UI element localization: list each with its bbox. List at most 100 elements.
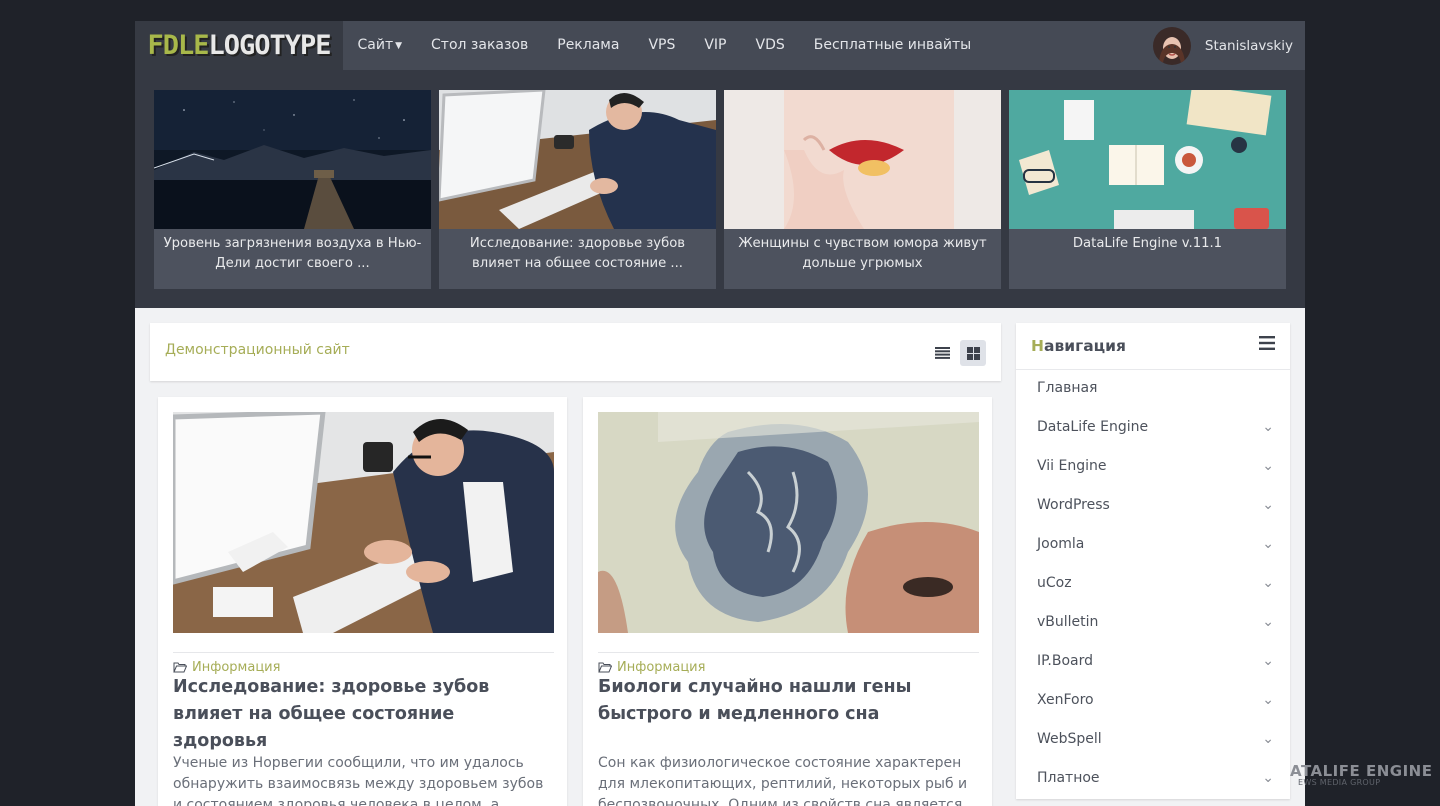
grid-view-button[interactable]: [960, 340, 986, 366]
featured-image: [1009, 90, 1286, 229]
page-title[interactable]: Демонстрационный сайт: [165, 342, 350, 358]
menu-item-ads[interactable]: Реклама: [543, 21, 634, 70]
post-title[interactable]: Биологи случайно нашли гены быстрого и м…: [598, 674, 973, 728]
site-logo[interactable]: FDLE LOGOTYPE: [135, 21, 343, 70]
menu-item-label: Сайт: [357, 37, 394, 53]
divider: [598, 652, 979, 653]
post-category[interactable]: Информация: [598, 660, 705, 675]
avatar[interactable]: [1152, 26, 1191, 65]
sidebar-item-label: DataLife Engine: [1037, 419, 1149, 435]
folder-open-icon: [598, 662, 612, 673]
username: Stanislavskiy: [1204, 37, 1293, 54]
logo-text-part1: FDLE: [147, 30, 209, 61]
featured-item[interactable]: Исследование: здоровье зубов влияет на о…: [439, 90, 716, 289]
post-excerpt: Ученые из Норвегии сообщили, что им удал…: [173, 755, 544, 806]
menu-item-label: VDS: [755, 37, 785, 53]
sidebar-item-label: XenForo: [1037, 692, 1094, 708]
logo-text-part2: LOGOTYPE: [208, 30, 331, 61]
sidebar-item-label: IP.Board: [1037, 653, 1093, 669]
sidebar-title-rest: авигация: [1043, 337, 1126, 355]
sidebar-item-home[interactable]: Главная: [1016, 369, 1290, 408]
sidebar-item-label: Joomla: [1037, 536, 1085, 552]
sidebar-item-label: Платное: [1037, 770, 1100, 786]
main-menu: Сайт ▼ Стол заказов Реклама VPS VIP VDS Б…: [343, 21, 986, 70]
featured-image: [154, 90, 431, 229]
folder-open-icon: [173, 662, 187, 673]
featured-caption: DataLife Engine v.11.1: [1072, 236, 1223, 251]
post-category[interactable]: Информация: [173, 660, 280, 675]
user-menu[interactable]: Stanislavskiy: [1152, 21, 1293, 70]
hamburger-icon[interactable]: [1259, 336, 1275, 350]
sidebar-menu: Главная DataLife Engine ⌄ Vii Engine ⌄ Wor…: [1016, 369, 1290, 798]
chevron-down-icon: ⌄: [1262, 536, 1274, 552]
list-view-button[interactable]: [929, 340, 955, 366]
menu-item-invites[interactable]: Бесплатные инвайты: [799, 21, 985, 70]
featured-item[interactable]: Уровень загрязнения воздуха в Нью-Дели д…: [154, 90, 431, 289]
sidebar-item-datalife[interactable]: DataLife Engine ⌄: [1016, 408, 1290, 447]
sidebar-item-xenforo[interactable]: XenForo ⌄: [1016, 681, 1290, 720]
sidebar-item-label: vBulletin: [1037, 614, 1099, 630]
menu-item-vds[interactable]: VDS: [741, 21, 799, 70]
post-card: Информация Исследование: здоровье зубов …: [158, 397, 567, 806]
sidebar-item-wordpress[interactable]: WordPress ⌄: [1016, 486, 1290, 525]
featured-image: [724, 90, 1001, 229]
sidebar-item-vbulletin[interactable]: vBulletin ⌄: [1016, 603, 1290, 642]
menu-item-orders[interactable]: Стол заказов: [417, 21, 543, 70]
list-icon: [934, 347, 950, 359]
featured-item[interactable]: Женщины с чувством юмора живут дольше уг…: [724, 90, 1001, 289]
chevron-down-icon: ⌄: [1262, 497, 1274, 513]
menu-item-vps[interactable]: VPS: [634, 21, 690, 70]
chevron-down-icon: ⌄: [1262, 419, 1274, 435]
menu-item-label: VPS: [648, 37, 676, 53]
sidebar-item-ipboard[interactable]: IP.Board ⌄: [1016, 642, 1290, 681]
sidebar-item-label: uCoz: [1037, 575, 1072, 591]
sidebar-item-label: Главная: [1037, 380, 1098, 396]
post-excerpt: Сон как физиологическое состояние характ…: [598, 755, 968, 806]
sidebar-item-ucoz[interactable]: uCoz ⌄: [1016, 564, 1290, 603]
category-label: Информация: [617, 660, 706, 675]
menu-item-vip[interactable]: VIP: [690, 21, 741, 70]
post-image-graphic: [598, 412, 979, 633]
top-navbar: FDLE LOGOTYPE Сайт ▼ Стол заказов Реклама …: [135, 21, 1305, 70]
sidebar-item-label: Vii Engine: [1037, 458, 1107, 474]
section-header: Демонстрационный сайт: [150, 323, 1001, 381]
menu-item-label: VIP: [704, 37, 727, 53]
sidebar-title-first-letter: Н: [1031, 337, 1044, 355]
sidebar-title: Навигация: [1031, 337, 1126, 355]
post-image[interactable]: [173, 412, 554, 633]
menu-item-label: Реклама: [557, 37, 620, 53]
sidebar-item-webspell[interactable]: WebSpell ⌄: [1016, 720, 1290, 759]
chevron-down-icon: ⌄: [1262, 458, 1274, 474]
menu-item-label: Бесплатные инвайты: [813, 37, 972, 53]
chevron-down-icon: ⌄: [1262, 614, 1274, 630]
post-title[interactable]: Исследование: здоровье зубов влияет на о…: [173, 674, 548, 755]
featured-caption: Женщины с чувством юмора живут дольше уг…: [738, 236, 987, 271]
category-label: Информация: [192, 660, 281, 675]
sidebar-item-joomla[interactable]: Joomla ⌄: [1016, 525, 1290, 564]
chevron-down-icon: ⌄: [1262, 575, 1274, 591]
featured-image: [439, 90, 716, 229]
menu-item-label: Стол заказов: [431, 37, 529, 53]
chevron-down-icon: ⌄: [1262, 770, 1274, 786]
grid-icon: [966, 346, 980, 360]
chevron-down-icon: ⌄: [1262, 692, 1274, 708]
chevron-down-icon: ⌄: [1262, 731, 1274, 747]
post-image[interactable]: [598, 412, 979, 633]
sidebar-item-vii[interactable]: Vii Engine ⌄: [1016, 447, 1290, 486]
post-card: Информация Биологи случайно нашли гены б…: [583, 397, 992, 806]
page-container: FDLE LOGOTYPE Сайт ▼ Стол заказов Реклама …: [135, 21, 1305, 806]
featured-caption: Исследование: здоровье зубов влияет на о…: [469, 236, 686, 271]
featured-item[interactable]: DataLife Engine v.11.1: [1009, 90, 1286, 289]
post-image-graphic: [173, 412, 554, 633]
caret-down-icon: ▼: [395, 41, 403, 51]
divider: [173, 652, 554, 653]
chevron-down-icon: ⌄: [1262, 653, 1274, 669]
watermark-subtitle: EWS MEDIA GROUP: [1298, 778, 1381, 787]
sidebar-item-paid[interactable]: Платное ⌄: [1016, 759, 1290, 798]
menu-item-site[interactable]: Сайт ▼: [343, 21, 417, 70]
sidebar-item-label: WordPress: [1037, 497, 1110, 513]
sidebar-header: Навигация: [1016, 323, 1290, 370]
featured-strip: Уровень загрязнения воздуха в Нью-Дели д…: [135, 70, 1305, 308]
featured-caption: Уровень загрязнения воздуха в Нью-Дели д…: [163, 236, 422, 271]
sidebar-item-label: WebSpell: [1037, 731, 1102, 747]
